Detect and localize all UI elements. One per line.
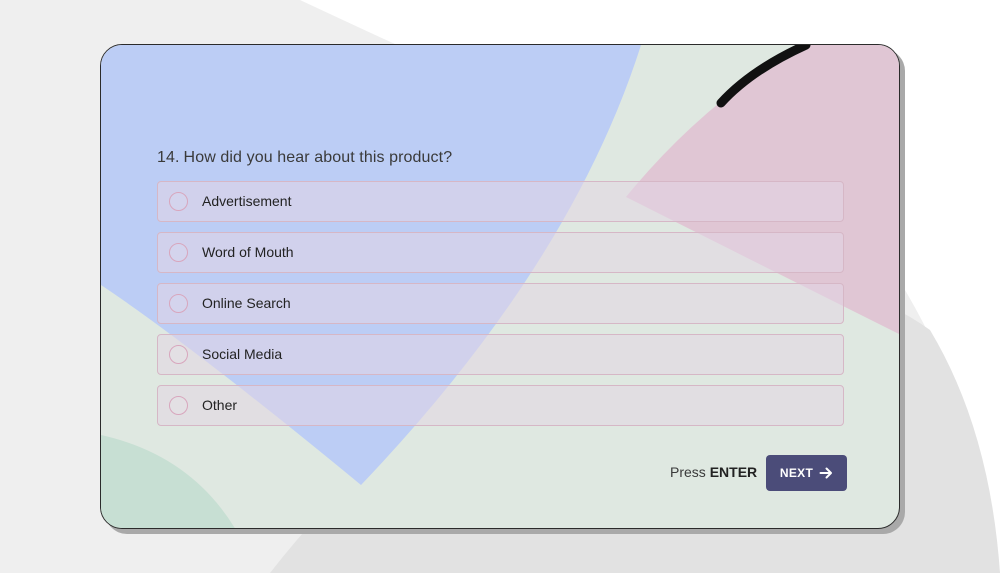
hint-prefix: Press	[670, 464, 706, 480]
option-label: Word of Mouth	[202, 244, 294, 260]
next-button-label: NEXT	[779, 466, 814, 480]
question-number: 14.	[157, 149, 180, 166]
option-other[interactable]: Other	[157, 385, 844, 426]
option-online-search[interactable]: Online Search	[157, 283, 844, 324]
radio-circle-icon[interactable]	[169, 396, 188, 415]
option-label: Online Search	[202, 295, 291, 311]
option-label: Social Media	[202, 346, 283, 362]
survey-card: 14. How did you hear about this product? …	[100, 44, 900, 529]
radio-circle-icon[interactable]	[169, 294, 188, 313]
option-label: Other	[202, 397, 238, 413]
option-label: Advertisement	[202, 193, 292, 209]
radio-circle-icon[interactable]	[169, 345, 188, 364]
arrow-right-icon	[819, 467, 833, 479]
press-enter-hint: Press ENTER	[670, 464, 757, 480]
question-title: 14. How did you hear about this product?	[157, 149, 452, 167]
radio-circle-icon[interactable]	[169, 192, 188, 211]
next-button[interactable]: NEXT	[766, 455, 847, 491]
radio-circle-icon[interactable]	[169, 243, 188, 262]
option-social-media[interactable]: Social Media	[157, 334, 844, 375]
option-word-of-mouth[interactable]: Word of Mouth	[157, 232, 844, 273]
hint-key: ENTER	[709, 464, 758, 480]
question-text: How did you hear about this product?	[183, 149, 453, 166]
option-advertisement[interactable]: Advertisement	[157, 181, 844, 222]
